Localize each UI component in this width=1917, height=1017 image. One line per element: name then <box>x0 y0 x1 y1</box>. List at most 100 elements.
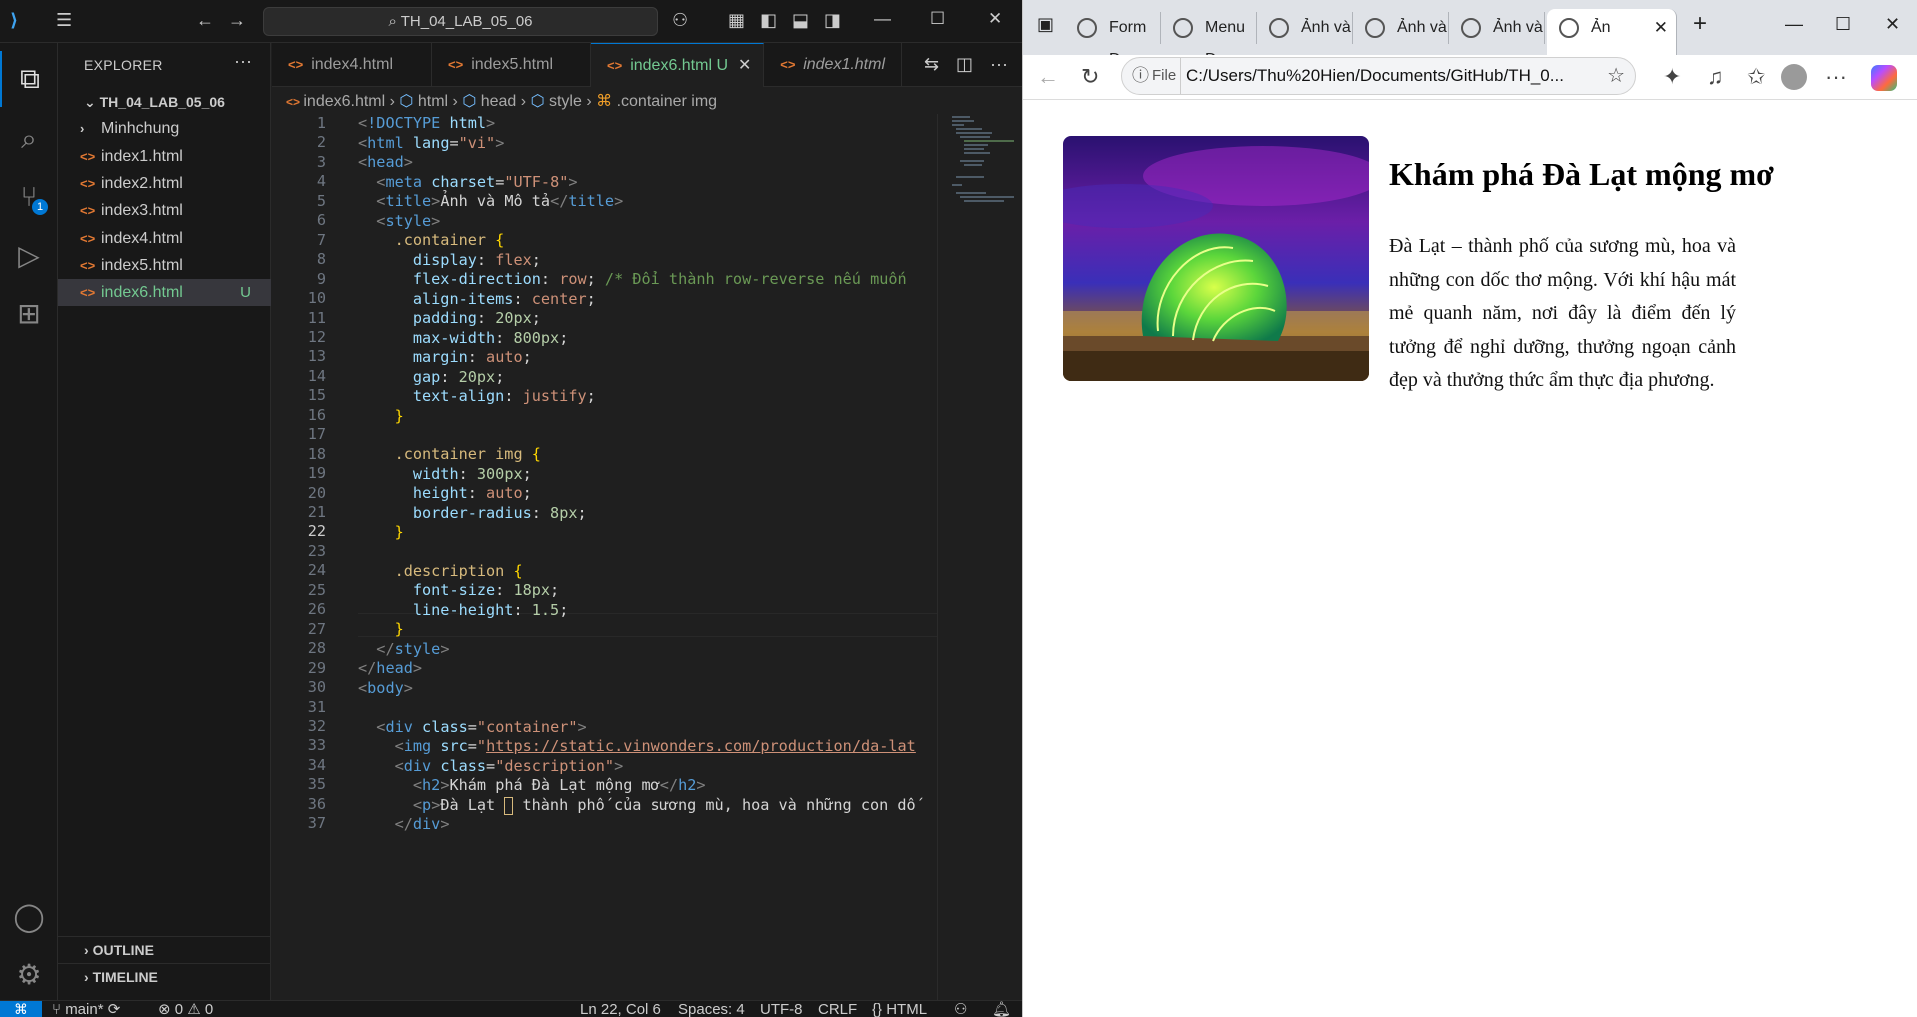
refresh-icon[interactable]: ↻ <box>1081 64 1099 90</box>
more-actions-icon[interactable]: ··· <box>990 54 1008 75</box>
browser-tab[interactable]: Form Đ <box>1065 12 1161 68</box>
code-line: align-items: center; <box>412 290 596 308</box>
problems-status[interactable]: ⊗ 0 ⚠ 0 <box>158 1000 213 1017</box>
html-file-icon: <> <box>80 231 96 246</box>
browser-tab[interactable]: Menu Đ <box>1161 12 1257 68</box>
explorer-title: EXPLORER <box>84 57 163 73</box>
line-number: 5 <box>316 192 326 210</box>
favorite-star-icon[interactable]: ☆ <box>1607 58 1625 94</box>
toggle-sidebar-icon[interactable]: ◧ <box>760 10 777 31</box>
line-number: 29 <box>307 659 326 677</box>
browser-tab-active[interactable]: Ản ✕ <box>1547 9 1677 55</box>
extensions-icon[interactable]: ⊞ <box>0 285 58 341</box>
indentation-status[interactable]: Spaces: 4 <box>678 1000 745 1017</box>
minimap[interactable] <box>937 114 1014 1000</box>
back-arrow-icon[interactable]: ← <box>196 10 214 31</box>
tree-file-index3[interactable]: <> index3.html <box>58 197 271 224</box>
tab-index6[interactable]: <> index6.html U ✕ <box>591 43 764 87</box>
browser-tab[interactable]: Ảnh và <box>1449 12 1545 44</box>
scm-badge: 1 <box>32 199 48 215</box>
menu-icon[interactable]: ☰ <box>56 10 72 31</box>
remote-indicator-icon[interactable]: ⌘ <box>0 1001 42 1017</box>
html-file-icon: <> <box>286 95 304 109</box>
browser-tab[interactable]: Ảnh và <box>1257 12 1353 44</box>
tab-index4[interactable]: <> index4.html <box>272 43 432 87</box>
breadcrumb-item[interactable]: style <box>549 93 582 110</box>
eol-status[interactable]: CRLF <box>818 1000 857 1017</box>
extensions-icon[interactable]: ✦ <box>1663 64 1681 90</box>
close-tab-icon[interactable]: ✕ <box>1654 9 1668 47</box>
source-control-icon[interactable]: ⑂ 1 <box>0 169 58 225</box>
braces-icon: {} <box>872 1001 883 1017</box>
line-number: 16 <box>307 406 326 424</box>
url-bar[interactable]: ⓘ File C:/Users/Thu%20Hien/Documents/Git… <box>1121 57 1636 95</box>
copilot-icon[interactable] <box>1871 65 1897 91</box>
open-changes-icon[interactable]: ⇆ <box>924 54 939 75</box>
more-menu-icon[interactable]: ··· <box>1825 64 1847 90</box>
browser-tab[interactable]: Ảnh và <box>1353 12 1449 44</box>
favorites-icon[interactable]: ✩ <box>1747 64 1765 90</box>
run-debug-icon[interactable]: ▷ <box>0 227 58 283</box>
code-line: <div class="description"> <box>394 757 624 775</box>
encoding-status[interactable]: UTF-8 <box>760 1000 803 1017</box>
breadcrumb-item[interactable]: .container img <box>617 93 718 110</box>
split-editor-icon[interactable]: ◫ <box>956 54 973 75</box>
line-number: 11 <box>307 309 326 327</box>
breadcrumb-item[interactable]: index6.html <box>303 93 385 110</box>
breadcrumb-item[interactable]: head <box>481 93 517 110</box>
timeline-section[interactable]: › TIMELINE <box>58 963 271 990</box>
tab-index1[interactable]: <> index1.html <box>764 43 902 87</box>
forward-arrow-icon[interactable]: → <box>228 10 246 31</box>
outline-section[interactable]: › OUTLINE <box>58 936 271 963</box>
settings-gear-icon[interactable]: ⚙ <box>0 946 58 1002</box>
line-number: 18 <box>307 445 326 463</box>
tree-file-index2[interactable]: <> index2.html <box>58 170 271 197</box>
close-icon[interactable]: ✕ <box>988 9 1002 29</box>
tab-index5[interactable]: <> index5.html <box>432 43 591 87</box>
read-aloud-icon[interactable]: ♫ <box>1707 64 1724 90</box>
toggle-panel-icon[interactable]: ⬓ <box>792 10 809 31</box>
line-number: 21 <box>307 503 326 521</box>
back-arrow-icon[interactable]: ← <box>1037 64 1059 90</box>
profile-avatar[interactable] <box>1781 64 1807 90</box>
tree-file-index6[interactable]: <> index6.html U <box>58 279 271 306</box>
line-number: 30 <box>307 678 326 696</box>
breadcrumb-item[interactable]: html <box>418 93 448 110</box>
code-line: width: 300px; <box>412 465 532 483</box>
maximize-icon[interactable]: ☐ <box>1835 14 1851 35</box>
project-folder[interactable]: ⌄ TH_04_LAB_05_06 <box>58 89 271 115</box>
maximize-icon[interactable]: ☐ <box>930 9 945 29</box>
code-line: display: flex; <box>412 251 541 269</box>
tree-file-index1[interactable]: <> index1.html <box>58 143 271 170</box>
tree-file-index5[interactable]: <> index5.html <box>58 252 271 279</box>
minimize-icon[interactable]: — <box>874 9 891 29</box>
branch-status[interactable]: ⑂ main* ⟳ <box>52 1000 120 1017</box>
address-bar-row: ← ↻ ⓘ File C:/Users/Thu%20Hien/Documents… <box>1023 55 1917 100</box>
tab-actions-icon[interactable]: ▣ <box>1037 14 1054 35</box>
command-center-search[interactable]: ⌕ TH_04_LAB_05_06 <box>263 7 658 36</box>
copilot-icon[interactable]: ⚇ <box>672 10 688 31</box>
code-line: .container { <box>394 231 505 249</box>
language-status[interactable]: {} HTML <box>872 1000 927 1017</box>
minimize-icon[interactable]: — <box>1785 14 1803 35</box>
line-number: 37 <box>307 814 326 832</box>
tree-file-index4[interactable]: <> index4.html <box>58 225 271 252</box>
search-view-icon[interactable]: ⌕ <box>0 111 58 167</box>
more-actions-icon[interactable]: ··· <box>234 51 252 72</box>
close-icon[interactable]: ✕ <box>1885 14 1900 35</box>
close-tab-icon[interactable]: ✕ <box>738 57 751 74</box>
code-line: </style> <box>376 640 450 658</box>
account-icon[interactable]: ◯ <box>0 888 58 944</box>
toggle-secondary-sidebar-icon[interactable]: ◨ <box>824 10 841 31</box>
tree-folder-minhchung[interactable]: › Minhchung <box>58 115 271 142</box>
explorer-icon[interactable]: ⧉ <box>0 51 58 107</box>
new-tab-icon[interactable]: + <box>1693 10 1707 38</box>
copilot-status-icon[interactable]: ⚇ <box>954 1000 967 1017</box>
code-line: .container img { <box>394 445 541 463</box>
line-number: 31 <box>307 698 326 716</box>
editor-tabs: <> index4.html <> index5.html <> index6.htm… <box>272 43 1022 87</box>
code-editor[interactable]: 1 2 3 4 5 6 7 8 9 10 11 12 13 14 15 16 17 18 19 20 21 22 23 24 2… <box>272 114 938 1000</box>
layout-icon[interactable]: ▦ <box>728 10 745 31</box>
notifications-bell-icon[interactable]: 🔔︎ <box>992 1000 1011 1017</box>
cursor-position[interactable]: Ln 22, Col 6 <box>580 1000 661 1017</box>
